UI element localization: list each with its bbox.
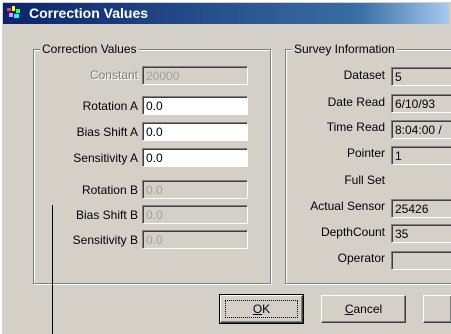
bias-shift-b-label: Bias Shift B xyxy=(75,208,138,222)
dataset-label: Dataset xyxy=(343,68,385,82)
constant-field: 20000 xyxy=(142,66,248,85)
pointer-field: 1 xyxy=(391,146,451,165)
cancel-label-rest: ancel xyxy=(353,302,383,316)
date-read-field: 6/10/93 xyxy=(391,94,451,113)
depth-count-field: 35 xyxy=(391,224,451,243)
app-icon xyxy=(7,6,20,18)
bias-shift-a-label: Bias Shift A xyxy=(76,125,138,139)
constant-label: Constant xyxy=(89,68,138,82)
time-read-field: 8:04:00 / xyxy=(391,120,451,139)
sensitivity-b-field: 0.0 xyxy=(142,230,248,249)
third-button[interactable] xyxy=(423,295,451,323)
window-title: Correction Values xyxy=(29,5,149,21)
rotation-a-label: Rotation A xyxy=(82,99,138,113)
pointer-label: Pointer xyxy=(346,146,385,160)
sensitivity-b-label: Sensitivity B xyxy=(72,233,138,247)
full-set-label: Full Set xyxy=(344,173,385,187)
actual-sensor-label: Actual Sensor xyxy=(310,199,385,213)
sensitivity-a-label: Sensitivity A xyxy=(73,151,138,165)
time-read-label: Time Read xyxy=(326,120,385,134)
rotation-a-field[interactable]: 0.0 xyxy=(142,96,248,115)
operator-field xyxy=(391,251,451,270)
actual-sensor-field: 25426 xyxy=(391,199,451,218)
ok-button[interactable]: OK xyxy=(219,294,304,324)
text-cursor-line xyxy=(52,205,53,334)
dataset-field: 5 xyxy=(391,67,451,86)
rotation-b-label: Rotation B xyxy=(81,183,138,197)
depth-count-label: DepthCount xyxy=(320,225,385,239)
operator-label: Operator xyxy=(337,251,385,265)
title-bar[interactable]: Correction Values xyxy=(3,3,449,24)
survey-information-legend: Survey Information xyxy=(292,42,397,56)
rotation-b-field: 0.0 xyxy=(142,180,248,199)
correction-values-legend: Correction Values xyxy=(40,42,139,56)
ok-focus-rect xyxy=(225,300,298,318)
bias-shift-a-field[interactable]: 0.0 xyxy=(142,122,248,141)
date-read-label: Date Read xyxy=(327,95,385,109)
cancel-button[interactable]: Cancel xyxy=(321,295,406,323)
sensitivity-a-field[interactable]: 0.0 xyxy=(142,148,248,167)
bias-shift-b-field: 0.0 xyxy=(142,205,248,224)
